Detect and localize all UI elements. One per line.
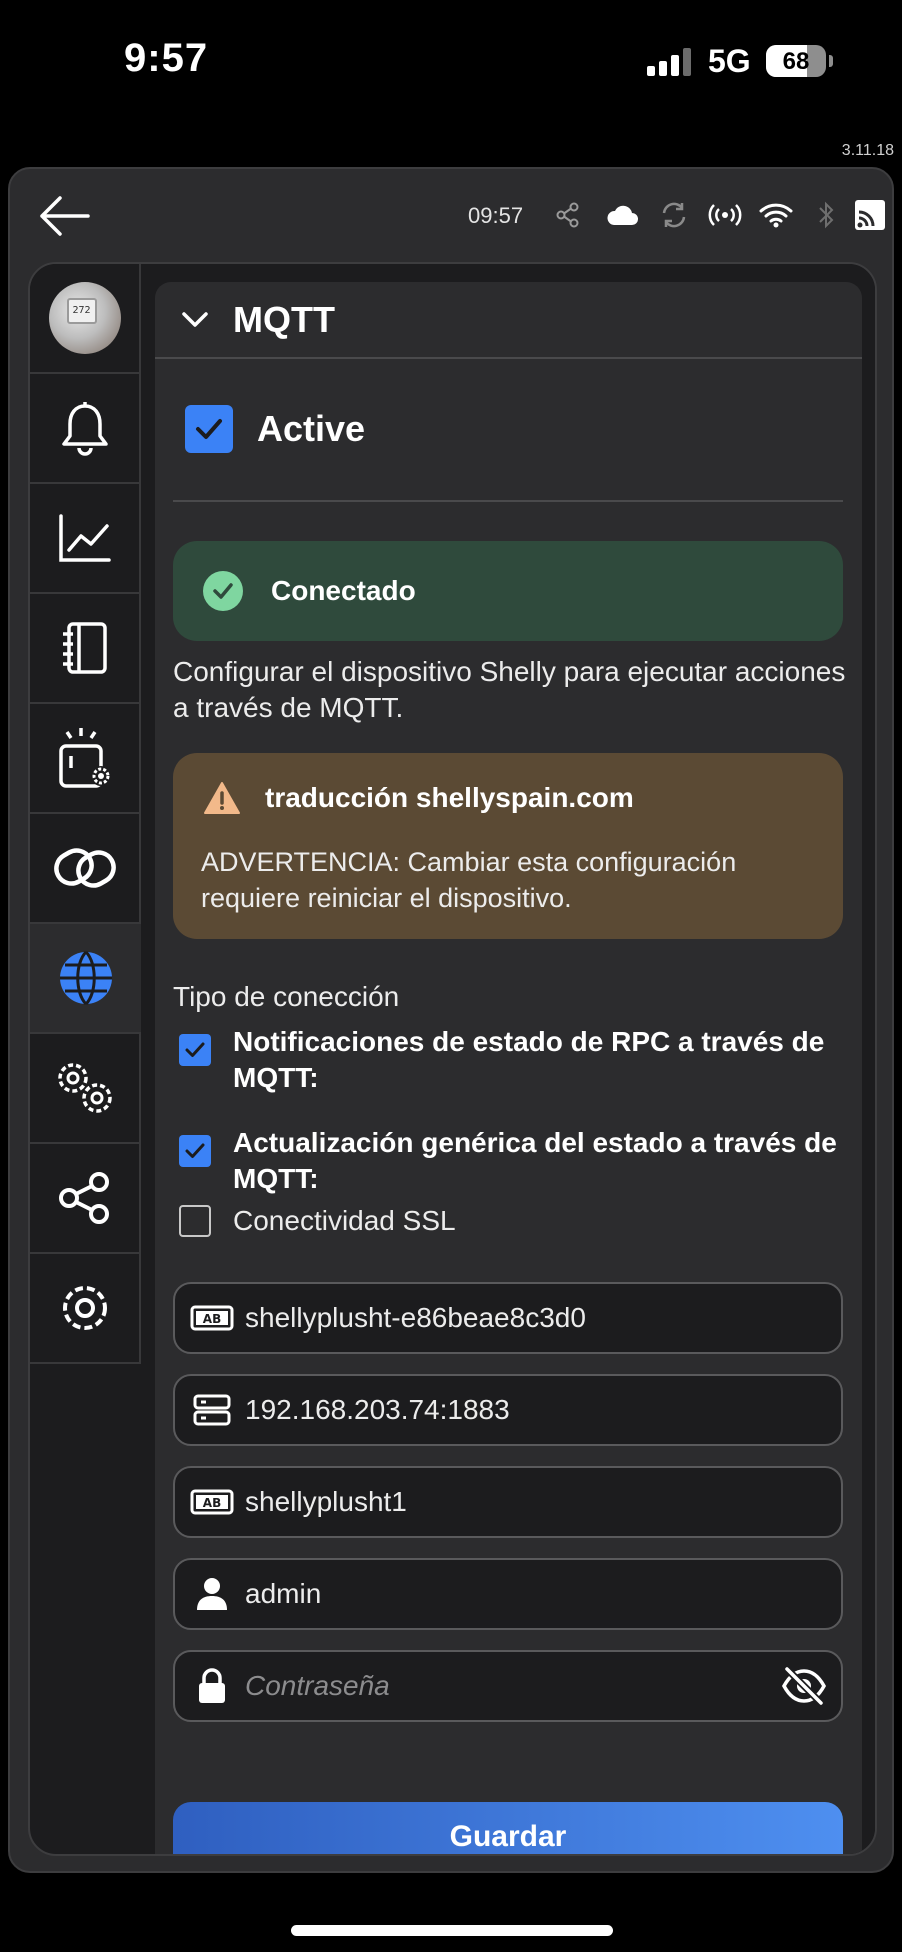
cast-icon[interactable] xyxy=(852,197,888,233)
mqtt-description: Configurar el dispositivo Shelly para ej… xyxy=(173,656,846,723)
mqtt-card: MQTT Active Conectado Configurar el disp… xyxy=(155,282,862,1854)
broadcast-icon xyxy=(707,197,743,233)
user-icon xyxy=(187,1576,237,1612)
status-bar: 9:57 5G 68 xyxy=(0,0,902,125)
server-value: 192.168.203.74:1883 xyxy=(245,1394,510,1425)
check-circle-icon xyxy=(203,571,243,611)
sidebar-item-notifications[interactable] xyxy=(30,374,141,484)
active-checkbox[interactable] xyxy=(185,405,233,453)
warning-body: ADVERTENCIA: Cambiar esta configuración … xyxy=(201,847,737,913)
topic-prefix-field[interactable]: AB shellyplusht1 xyxy=(173,1466,843,1538)
cellular-signal-icon xyxy=(647,48,697,76)
sidebar-item-settings[interactable] xyxy=(30,1254,141,1364)
ssl-label: Conectividad SSL xyxy=(233,1205,456,1236)
connection-status: Conectado xyxy=(271,575,416,606)
save-button-label: Guardar xyxy=(449,1820,567,1853)
sidebar-item-network[interactable] xyxy=(30,924,141,1034)
warning-icon xyxy=(204,782,240,814)
check-icon xyxy=(185,1042,205,1057)
warning-banner: traducción shellyspain.com ADVERTENCIA: … xyxy=(173,753,843,939)
rpc-notifications-checkbox[interactable] xyxy=(179,1034,211,1066)
connection-type-label: Tipo de conección xyxy=(173,981,400,1012)
gears-icon xyxy=(57,1063,112,1113)
rpc-notifications-label: Notificaciones de estado de RPC a través… xyxy=(233,1026,825,1093)
chart-icon xyxy=(58,514,111,562)
eye-slash-icon[interactable] xyxy=(781,1666,827,1711)
lock-icon xyxy=(187,1667,237,1705)
sidebar-item-advanced[interactable] xyxy=(30,1034,141,1144)
topbar-time: 09:57 xyxy=(468,203,524,228)
share-icon xyxy=(553,197,583,233)
check-icon xyxy=(185,1143,205,1158)
status-time: 9:57 xyxy=(124,36,209,80)
sidebar-item-links[interactable] xyxy=(30,814,141,924)
app-version: 3.11.18 xyxy=(841,142,894,159)
connection-status-banner: Conectado xyxy=(173,541,843,641)
chevron-down-icon[interactable] xyxy=(181,311,209,329)
option-ssl[interactable]: Conectividad SSL xyxy=(179,1203,843,1239)
client-id-value: shellyplusht-e86beae8c3d0 xyxy=(245,1302,586,1333)
save-button[interactable]: Guardar xyxy=(173,1802,843,1854)
check-icon xyxy=(196,419,222,439)
device-avatar: 272 xyxy=(48,282,121,354)
device-settings-icon xyxy=(58,728,111,788)
network-type: 5G xyxy=(708,43,751,79)
option-generic-status[interactable]: Actualización genérica del estado a trav… xyxy=(179,1125,843,1197)
bell-icon xyxy=(61,402,108,456)
home-indicator[interactable] xyxy=(291,1925,613,1936)
divider xyxy=(173,500,843,502)
bluetooth-icon xyxy=(814,197,838,233)
notebook-icon xyxy=(62,622,107,674)
sidebar-item-sharing[interactable] xyxy=(30,1144,141,1254)
generic-status-checkbox[interactable] xyxy=(179,1135,211,1167)
battery-tip xyxy=(829,55,833,67)
sync-icon xyxy=(659,197,689,233)
client-id-field[interactable]: AB shellyplusht-e86beae8c3d0 xyxy=(173,1282,843,1354)
sidebar-item-logs[interactable] xyxy=(30,594,141,704)
card-title: MQTT xyxy=(233,298,335,340)
option-rpc-notifications[interactable]: Notificaciones de estado de RPC a través… xyxy=(179,1024,843,1096)
main-content: MQTT Active Conectado Configurar el disp… xyxy=(141,264,875,1854)
globe-icon xyxy=(59,950,112,1006)
mqtt-card-header[interactable]: MQTT xyxy=(155,282,862,359)
svg-text:AB: AB xyxy=(203,1496,221,1510)
settings-icon xyxy=(62,1286,107,1330)
text-field-icon: AB xyxy=(187,1305,237,1331)
sidebar-item-charts[interactable] xyxy=(30,484,141,594)
app-topbar: 09:57 xyxy=(10,169,892,264)
server-icon xyxy=(187,1394,237,1426)
sidebar-item-device[interactable]: 272 xyxy=(30,264,141,374)
battery-indicator: 68 xyxy=(766,45,826,77)
back-button[interactable] xyxy=(36,191,92,241)
battery-level: 68 xyxy=(782,48,810,75)
password-placeholder: Contraseña xyxy=(245,1670,390,1701)
sidebar-item-device-settings[interactable] xyxy=(30,704,141,814)
server-field[interactable]: 192.168.203.74:1883 xyxy=(173,1374,843,1446)
arrow-left-icon xyxy=(40,196,90,236)
password-field[interactable]: Contraseña xyxy=(173,1650,843,1722)
text-field-icon: AB xyxy=(187,1489,237,1515)
link-icon xyxy=(53,848,116,888)
ssl-checkbox[interactable] xyxy=(179,1205,211,1237)
active-label: Active xyxy=(257,408,366,449)
user-field[interactable]: admin xyxy=(173,1558,843,1630)
content-panel: 272 MQTT Active Conectado Configurar el … xyxy=(28,262,877,1856)
svg-text:AB: AB xyxy=(203,1312,221,1326)
active-toggle-row[interactable]: Active xyxy=(185,405,365,453)
app-frame: 09:57 272 MQTT Active Conectado Configur… xyxy=(8,167,894,1873)
share-nodes-icon xyxy=(58,1172,109,1224)
generic-status-label: Actualización genérica del estado a trav… xyxy=(233,1127,837,1194)
wifi-icon xyxy=(758,197,794,233)
user-value: admin xyxy=(245,1578,322,1609)
warning-title: traducción shellyspain.com xyxy=(265,782,634,813)
topic-prefix-value: shellyplusht1 xyxy=(245,1486,407,1517)
cloud-icon xyxy=(603,197,641,233)
